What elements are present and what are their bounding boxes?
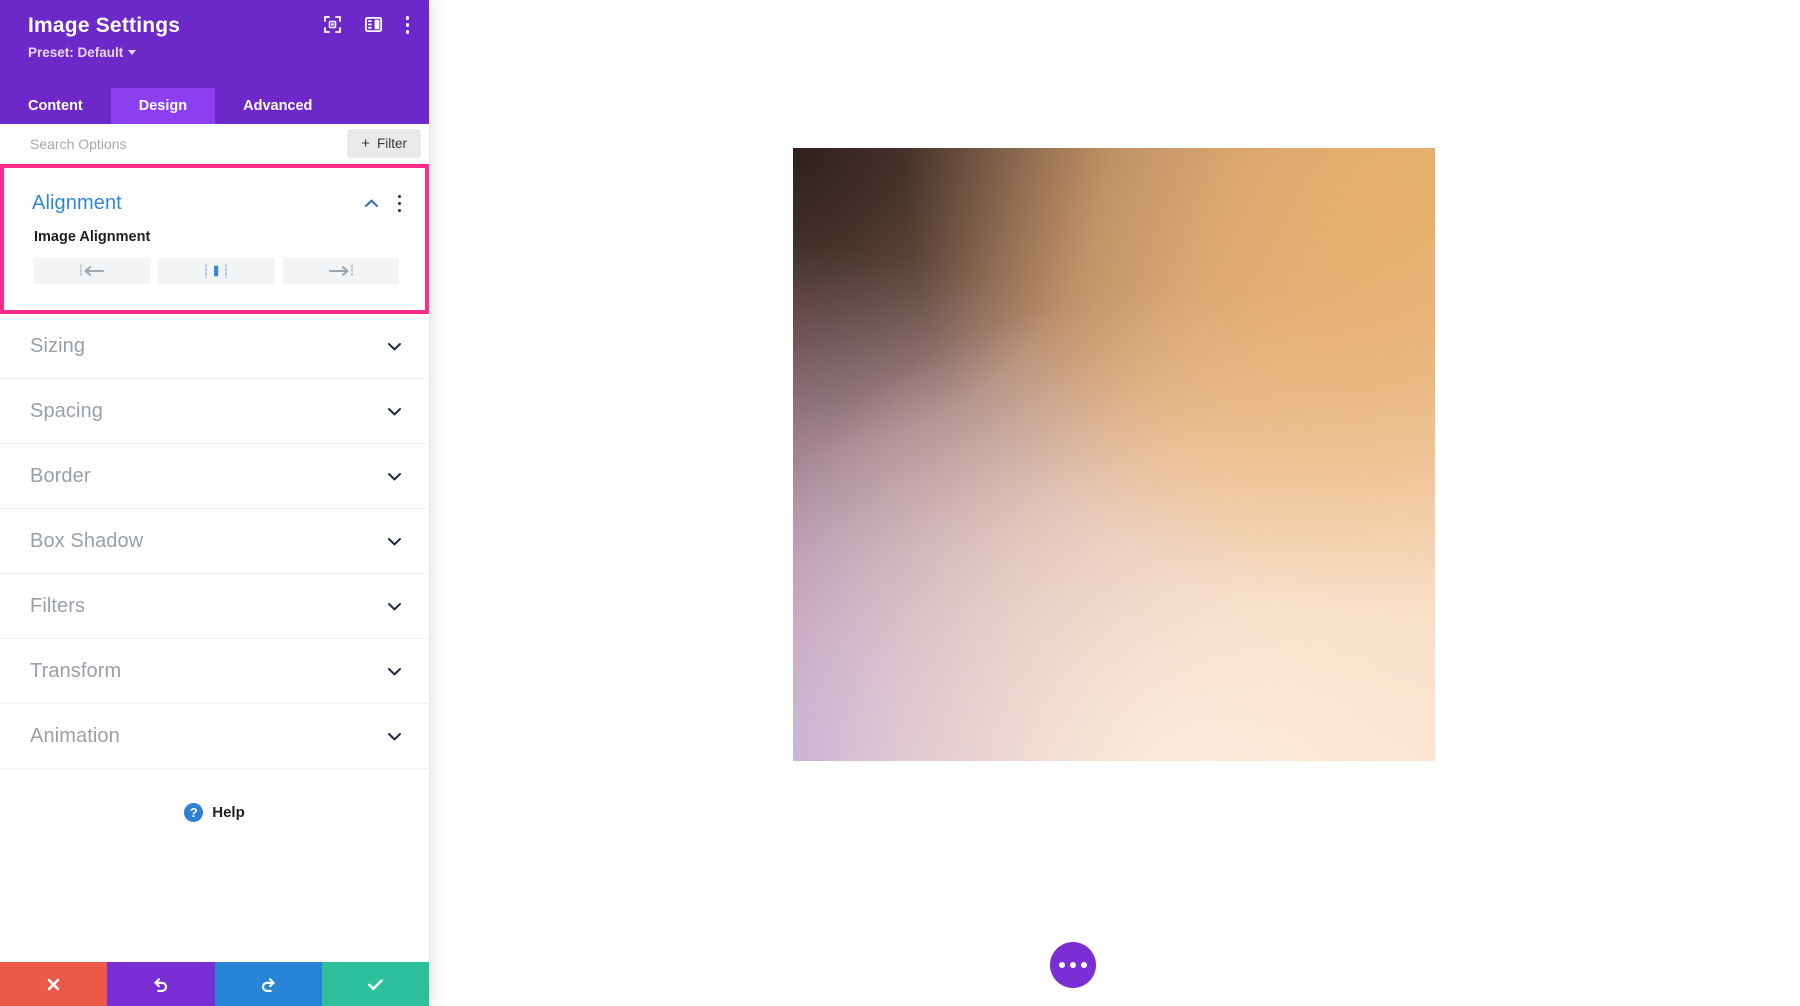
dot-icon — [1059, 962, 1065, 968]
save-button[interactable] — [321, 962, 429, 1006]
chevron-down-icon — [386, 403, 403, 420]
alignment-group: Alignment Image Alignment — [0, 164, 429, 314]
focus-target-icon[interactable] — [323, 16, 341, 34]
redo-button[interactable] — [214, 962, 322, 1006]
dot-icon — [1081, 962, 1087, 968]
panel-body: Alignment Image Alignment Sizing Spacing… — [0, 164, 429, 962]
dot-icon — [405, 30, 409, 34]
tab-design[interactable]: Design — [110, 88, 216, 124]
preset-label: Preset: Default — [28, 45, 124, 61]
section-title: Filters — [30, 594, 86, 617]
panel-bottom-bar — [0, 962, 429, 1006]
section-animation[interactable]: Animation — [0, 704, 429, 769]
align-left-button[interactable] — [34, 258, 151, 284]
alignment-group-header[interactable]: Alignment — [4, 168, 425, 223]
close-icon — [47, 978, 60, 990]
chevron-down-icon — [386, 468, 403, 485]
section-title: Animation — [30, 724, 120, 747]
undo-icon — [154, 977, 168, 992]
section-transform[interactable]: Transform — [0, 639, 429, 704]
section-spacing[interactable]: Spacing — [0, 379, 429, 444]
align-right-icon — [328, 264, 353, 278]
alignment-group-actions — [363, 194, 401, 213]
tab-content[interactable]: Content — [0, 88, 111, 124]
redo-icon — [261, 977, 275, 992]
section-title: Border — [30, 464, 91, 487]
panel-header: Image Settings Preset: Default — [0, 0, 429, 88]
plus-icon: + — [361, 135, 370, 152]
filter-button-label: Filter — [377, 136, 407, 151]
tab-advanced[interactable]: Advanced — [215, 88, 340, 124]
dot-icon — [405, 23, 409, 27]
section-title: Transform — [30, 659, 122, 682]
dot-icon — [397, 208, 401, 213]
search-row: + Filter — [0, 124, 429, 164]
cancel-button[interactable] — [0, 962, 108, 1006]
preset-selector[interactable]: Preset: Default — [28, 45, 137, 61]
chevron-down-icon — [386, 728, 403, 745]
builder-screen: Image Settings Preset: Default Content D… — [0, 0, 1800, 1006]
question-mark-icon: ? — [184, 803, 204, 822]
section-filters[interactable]: Filters — [0, 574, 429, 639]
align-center-button[interactable] — [158, 258, 275, 284]
section-title: Spacing — [30, 399, 103, 422]
alignment-group-title: Alignment — [32, 192, 122, 214]
undo-button[interactable] — [107, 962, 215, 1006]
section-sizing[interactable]: Sizing — [0, 314, 429, 379]
chevron-down-icon — [386, 338, 403, 355]
align-left-icon — [80, 264, 105, 278]
chevron-down-icon — [128, 50, 137, 56]
chevron-down-icon — [386, 598, 403, 615]
dot-icon — [405, 16, 409, 20]
image-alignment-label: Image Alignment — [34, 229, 151, 245]
image-alignment-options — [34, 258, 399, 284]
settings-panel: Image Settings Preset: Default Content D… — [0, 0, 429, 1006]
chevron-up-icon[interactable] — [363, 195, 380, 212]
section-box-shadow[interactable]: Box Shadow — [0, 509, 429, 574]
section-title: Sizing — [30, 334, 86, 357]
dot-icon — [1070, 962, 1076, 968]
more-vertical-icon[interactable] — [397, 194, 401, 213]
help-button[interactable]: ? Help — [0, 769, 429, 822]
checkmark-icon — [368, 978, 383, 990]
panel-tabs: Content Design Advanced — [0, 88, 429, 124]
search-input[interactable] — [30, 124, 348, 163]
image-module-preview[interactable] — [793, 148, 1435, 761]
align-center-icon — [205, 263, 228, 279]
alignment-field: Image Alignment — [4, 223, 425, 310]
section-title: Box Shadow — [30, 529, 144, 552]
chevron-down-icon — [386, 663, 403, 680]
filter-button[interactable]: + Filter — [347, 129, 421, 158]
layout-panel-icon[interactable] — [364, 17, 382, 33]
page-canvas — [429, 0, 1800, 1006]
align-right-button[interactable] — [282, 258, 399, 284]
dot-icon — [397, 194, 401, 199]
more-vertical-icon[interactable] — [405, 16, 409, 34]
help-label: Help — [212, 804, 245, 821]
chevron-down-icon — [386, 533, 403, 550]
panel-header-actions — [323, 16, 409, 34]
module-actions-button[interactable] — [1050, 942, 1096, 988]
section-border[interactable]: Border — [0, 444, 429, 509]
dot-icon — [397, 201, 401, 206]
